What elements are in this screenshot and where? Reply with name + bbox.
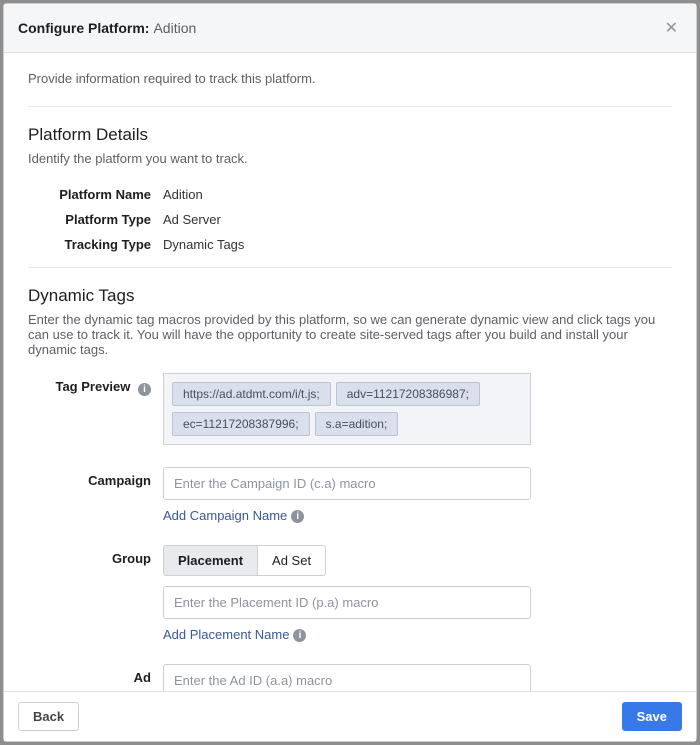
add-campaign-name-text: Add Campaign Name <box>163 508 287 523</box>
platform-name-value: Adition <box>163 187 203 202</box>
campaign-row: Campaign Add Campaign Name i <box>28 467 672 523</box>
configure-platform-modal: Configure Platform: Adition ✕ Provide in… <box>3 3 697 742</box>
add-placement-name-text: Add Placement Name <box>163 627 289 642</box>
tag-chip: https://ad.atdmt.com/i/t.js; <box>172 382 331 406</box>
platform-type-label: Platform Type <box>28 212 163 227</box>
campaign-label: Campaign <box>28 467 163 488</box>
tag-preview-label-text: Tag Preview <box>55 379 130 394</box>
campaign-input[interactable] <box>163 467 531 500</box>
modal-footer: Back Save <box>4 691 696 741</box>
intro-text: Provide information required to track th… <box>28 71 672 86</box>
tracking-type-row: Tracking Type Dynamic Tags <box>28 232 672 257</box>
ad-label: Ad <box>28 664 163 685</box>
back-button[interactable]: Back <box>18 702 79 731</box>
dynamic-tags-desc: Enter the dynamic tag macros provided by… <box>28 312 672 357</box>
modal-header: Configure Platform: Adition ✕ <box>4 4 696 53</box>
group-label: Group <box>28 545 163 566</box>
ad-row: Ad Add Ad Name i <box>28 664 672 691</box>
tag-preview-label: Tag Preview i <box>28 373 163 395</box>
tag-chip: s.a=adition; <box>315 412 399 436</box>
close-icon[interactable]: ✕ <box>661 14 682 42</box>
platform-details-title: Platform Details <box>28 125 672 145</box>
placement-input[interactable] <box>163 586 531 619</box>
tracking-type-label: Tracking Type <box>28 237 163 252</box>
tracking-type-value: Dynamic Tags <box>163 237 244 252</box>
platform-details-desc: Identify the platform you want to track. <box>28 151 672 166</box>
tag-preview-box: https://ad.atdmt.com/i/t.js; adv=1121720… <box>163 373 531 445</box>
platform-name-row: Platform Name Adition <box>28 182 672 207</box>
ad-input[interactable] <box>163 664 531 691</box>
modal-title-prefix: Configure Platform: <box>18 20 149 36</box>
platform-type-value: Ad Server <box>163 212 221 227</box>
dynamic-tags-title: Dynamic Tags <box>28 286 672 306</box>
divider <box>28 106 672 107</box>
save-button[interactable]: Save <box>622 702 682 731</box>
modal-body: Provide information required to track th… <box>4 53 696 691</box>
info-icon[interactable]: i <box>291 510 304 523</box>
tag-chip: adv=11217208386987; <box>336 382 480 406</box>
group-row: Group Placement Ad Set Add Placement Nam… <box>28 545 672 642</box>
info-icon[interactable]: i <box>293 629 306 642</box>
group-toggle-placement[interactable]: Placement <box>164 546 257 575</box>
info-icon[interactable]: i <box>138 383 151 396</box>
add-campaign-name-link[interactable]: Add Campaign Name i <box>163 508 304 523</box>
tag-chip: ec=11217208387996; <box>172 412 310 436</box>
platform-name-label: Platform Name <box>28 187 163 202</box>
divider <box>28 267 672 268</box>
tag-preview-field: https://ad.atdmt.com/i/t.js; adv=1121720… <box>163 373 531 445</box>
platform-type-row: Platform Type Ad Server <box>28 207 672 232</box>
group-toggle-adset[interactable]: Ad Set <box>257 546 325 575</box>
group-toggle: Placement Ad Set <box>163 545 326 576</box>
modal-title-subject: Adition <box>153 20 196 36</box>
tag-preview-row: Tag Preview i https://ad.atdmt.com/i/t.j… <box>28 373 672 445</box>
add-placement-name-link[interactable]: Add Placement Name i <box>163 627 306 642</box>
